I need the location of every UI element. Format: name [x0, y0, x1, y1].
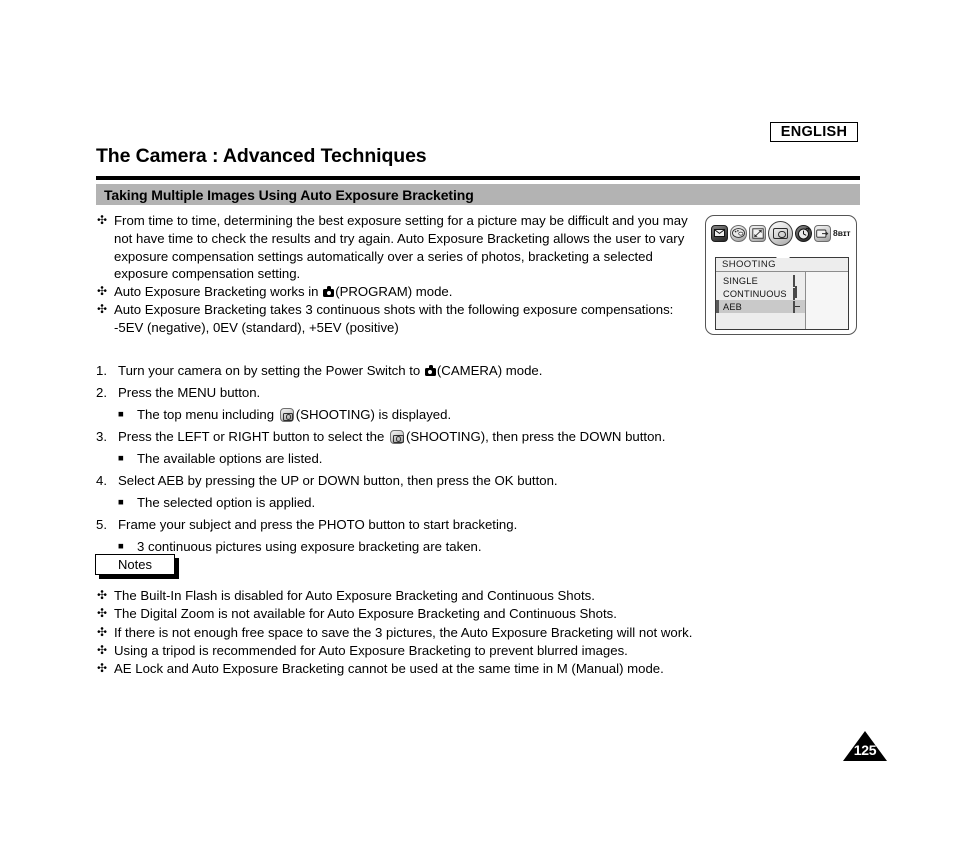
intro-bullet-3: ✣ Auto Exposure Bracketing takes 3 conti…	[96, 301, 708, 337]
lcd-option-label: AEB	[723, 301, 742, 312]
lcd-menu-title: SHOOTING	[716, 258, 848, 272]
lcd-option-label: SINGLE	[723, 275, 758, 286]
language-badge-label: ENGLISH	[780, 124, 848, 140]
note-item: ✣ Using a tripod is recommended for Auto…	[96, 642, 736, 660]
note-item-text: If there is not enough free space to sav…	[114, 624, 693, 640]
intro-bullet-1-text: From time to time, determining the best …	[114, 213, 688, 282]
bit-depth-icon: 8ʙɪᴛ	[833, 228, 851, 238]
section-header-label: Taking Multiple Images Using Auto Exposu…	[104, 186, 474, 203]
square-bullet-icon: ■	[118, 497, 124, 508]
note-item: ✣ The Built-In Flash is disabled for Aut…	[96, 587, 736, 605]
lcd-menu-panel: SHOOTING SINGLE CONTINUOUS AEB	[715, 257, 849, 330]
square-bullet-icon: ■	[118, 409, 124, 420]
self-timer-icon[interactable]	[795, 224, 812, 242]
lcd-menu-preview-pane	[806, 272, 848, 329]
bullet-glyph-icon: ✣	[97, 213, 108, 227]
lcd-option-continuous[interactable]: CONTINUOUS	[716, 287, 805, 300]
procedure-steps: 1. Turn your camera on by setting the Po…	[96, 360, 716, 558]
step-5-subnote-text: 3 continuous pictures using exposure bra…	[137, 539, 482, 554]
palette-icon[interactable]	[730, 224, 747, 242]
intro-bullet-2-post: (PROGRAM) mode.	[335, 284, 453, 300]
section-header: Taking Multiple Images Using Auto Exposu…	[96, 184, 860, 205]
title-divider	[96, 176, 860, 180]
intro-bullet-list: ✣ From time to time, determining the bes…	[96, 212, 708, 337]
step-3-subnote: ■ The available options are listed.	[96, 448, 716, 470]
bullet-glyph-icon: ✣	[97, 642, 108, 657]
step-number: 4.	[96, 473, 107, 488]
notes-list: ✣ The Built-In Flash is disabled for Aut…	[96, 587, 736, 678]
camera-solid-icon	[424, 365, 436, 376]
step-2-subnote-post: (SHOOTING) is displayed.	[295, 407, 452, 422]
bullet-glyph-icon: ✣	[97, 624, 108, 639]
step-number: 1.	[96, 363, 107, 378]
page-number: 125	[843, 731, 887, 761]
step-1: 1. Turn your camera on by setting the Po…	[96, 360, 716, 382]
step-1-post: (CAMERA) mode.	[436, 363, 543, 378]
notes-label: Notes	[95, 554, 175, 575]
shooting-camera-icon[interactable]	[768, 220, 793, 246]
shooting-icon	[389, 430, 404, 444]
lcd-option-label: CONTINUOUS	[723, 288, 787, 299]
step-3-subnote-text: The available options are listed.	[137, 451, 323, 466]
intro-bullet-2-pre: Auto Exposure Bracketing works in	[114, 284, 319, 300]
step-2: 2. Press the MENU button.	[96, 382, 716, 404]
mail-icon[interactable]	[711, 224, 728, 242]
step-2-text: Press the MENU button.	[118, 385, 261, 400]
note-item-text: Using a tripod is recommended for Auto E…	[114, 642, 628, 658]
step-4-subnote-text: The selected option is applied.	[137, 495, 316, 510]
step-5-subnote: ■ 3 continuous pictures using exposure b…	[96, 536, 716, 558]
language-badge: ENGLISH	[770, 122, 858, 142]
step-3-post: (SHOOTING), then press the DOWN button.	[405, 429, 666, 444]
image-size-icon[interactable]	[749, 224, 766, 242]
playback-icon[interactable]	[814, 224, 831, 242]
bullet-glyph-icon: ✣	[97, 606, 108, 621]
camera-solid-icon	[323, 286, 335, 298]
step-number: 2.	[96, 385, 107, 400]
step-number: 5.	[96, 517, 107, 532]
step-5: 5. Frame your subject and press the PHOT…	[96, 514, 716, 536]
page-title: The Camera : Advanced Techniques	[96, 145, 427, 167]
step-5-text: Frame your subject and press the PHOTO b…	[118, 517, 518, 532]
notes-label-text: Notes	[118, 557, 152, 572]
lcd-menu-body: SINGLE CONTINUOUS AEB	[716, 272, 848, 329]
square-bullet-icon: ■	[118, 453, 124, 464]
step-4-subnote: ■ The selected option is applied.	[96, 492, 716, 514]
step-2-subnote-pre: The top menu including	[137, 407, 275, 422]
step-number: 3.	[96, 429, 107, 444]
continuous-shot-icon	[793, 287, 802, 300]
step-3: 3. Press the LEFT or RIGHT button to sel…	[96, 426, 716, 448]
step-4-text: Select AEB by pressing the UP or DOWN bu…	[118, 473, 558, 488]
lcd-option-aeb[interactable]: AEB	[716, 300, 805, 313]
selected-tab-pointer-icon	[776, 250, 790, 258]
bullet-glyph-icon: ✣	[97, 588, 108, 602]
step-1-pre: Turn your camera on by setting the Power…	[118, 363, 421, 378]
shooting-icon	[279, 408, 294, 422]
lcd-option-single[interactable]: SINGLE	[716, 274, 805, 287]
step-2-subnote: ■ The top menu including (SHOOTING) is d…	[96, 404, 716, 426]
note-item-text: The Digital Zoom is not available for Au…	[114, 606, 617, 622]
note-item-text: The Built-In Flash is disabled for Auto …	[114, 588, 595, 603]
note-item-text: AE Lock and Auto Exposure Bracketing can…	[114, 661, 664, 677]
bullet-glyph-icon: ✣	[97, 301, 108, 316]
intro-bullet-2: ✣ Auto Exposure Bracketing works in (PRO…	[96, 283, 708, 301]
note-item: ✣ AE Lock and Auto Exposure Bracketing c…	[96, 660, 736, 678]
bullet-glyph-icon: ✣	[97, 661, 108, 676]
page-number-value: 125	[853, 742, 877, 758]
intro-bullet-3-line2: -5EV (negative), 0EV (standard), +5EV (p…	[114, 319, 399, 335]
note-item: ✣ If there is not enough free space to s…	[96, 624, 736, 642]
camera-lcd-illustration: 8ʙɪᴛ SHOOTING SINGLE CONTINUOUS AEB	[705, 215, 857, 335]
camera-outline-icon	[773, 227, 788, 239]
step-3-pre: Press the LEFT or RIGHT button to select…	[118, 429, 385, 444]
aeb-shot-icon	[793, 300, 802, 313]
lcd-menu-option-list: SINGLE CONTINUOUS AEB	[716, 272, 806, 329]
note-item: ✣ The Digital Zoom is not available for …	[96, 605, 736, 623]
bullet-glyph-icon: ✣	[97, 284, 108, 299]
single-shot-icon	[793, 274, 802, 287]
lcd-tab-icon-row: 8ʙɪᴛ	[711, 220, 853, 246]
intro-bullet-1: ✣ From time to time, determining the bes…	[96, 212, 708, 283]
intro-bullet-3-line1: Auto Exposure Bracketing takes 3 continu…	[114, 301, 674, 317]
step-4: 4. Select AEB by pressing the UP or DOWN…	[96, 470, 716, 492]
